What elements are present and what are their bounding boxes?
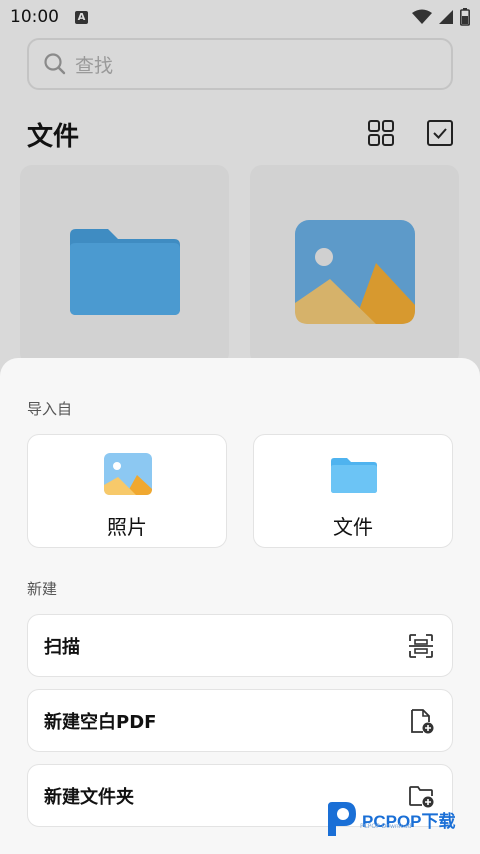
import-file-label: 文件: [333, 515, 373, 539]
folder-icon: [70, 229, 180, 315]
file-card-folder[interactable]: [20, 165, 229, 365]
import-file-button[interactable]: 文件: [253, 434, 453, 548]
photo-icon: [104, 453, 152, 495]
page-title: 文件: [27, 122, 80, 152]
import-photo-label: 照片: [107, 515, 147, 539]
new-blank-pdf-button[interactable]: 新建空白PDF: [27, 689, 453, 752]
wifi-icon: [412, 9, 432, 24]
status-indicators: [412, 8, 470, 26]
image-icon: [295, 220, 415, 324]
status-time: 10:00: [10, 7, 59, 27]
import-photo-button[interactable]: 照片: [27, 434, 227, 548]
scan-icon: [409, 633, 433, 658]
scan-button[interactable]: 扫描: [27, 614, 453, 677]
search-input[interactable]: 查找: [27, 38, 453, 90]
signal-icon: [439, 10, 453, 24]
import-bottom-sheet: 导入自 照片 文件 新建 扫描 新建空白PDF 新建文件夹: [0, 358, 480, 854]
battery-icon: [460, 8, 470, 26]
folder-icon: [331, 458, 377, 493]
watermark: PCPOP下载 PCPOP Download: [324, 800, 456, 838]
search-placeholder: 查找: [75, 54, 114, 77]
new-folder-label: 新建文件夹: [44, 786, 134, 808]
scan-label: 扫描: [44, 636, 80, 658]
notification-icon: A: [75, 10, 88, 24]
new-blank-pdf-label: 新建空白PDF: [44, 711, 157, 733]
search-icon: [44, 53, 66, 75]
new-section-label: 新建: [27, 580, 58, 598]
status-bar: 10:00 A: [0, 0, 480, 34]
import-section-label: 导入自: [27, 400, 73, 418]
watermark-sub: PCPOP Download: [360, 823, 412, 830]
file-card-image[interactable]: [250, 165, 459, 365]
select-icon[interactable]: [425, 118, 455, 148]
new-file-icon: [411, 708, 434, 733]
grid-view-icon[interactable]: [366, 118, 396, 148]
pcpop-logo-icon: [328, 802, 356, 836]
